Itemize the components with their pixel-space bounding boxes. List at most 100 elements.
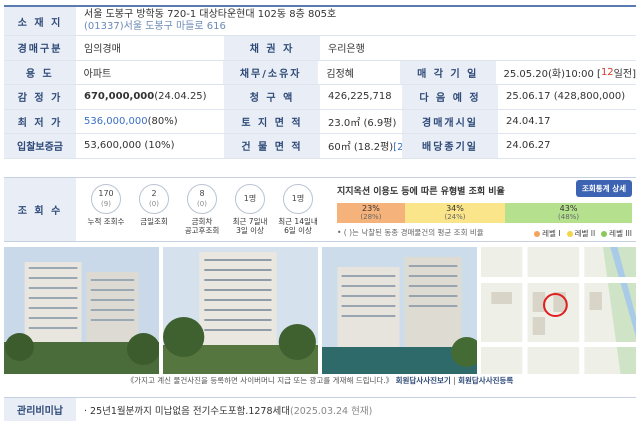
- row-label: 건 물 면 적: [224, 134, 320, 158]
- owner-value: 김정혜: [326, 68, 354, 80]
- ratio-bar: 23% (28%) 34% (24%) 43% (48%): [337, 203, 632, 223]
- days-left: 12: [600, 66, 614, 78]
- building-area-value: 60㎡ (18.2평) [24평형]: [320, 134, 432, 158]
- management-fee-label: 관리비미납: [4, 398, 76, 421]
- member-photo-register-link[interactable]: 회원답사사진등록: [458, 376, 513, 385]
- row-value-empty: [498, 36, 636, 60]
- creditor-value: 우리은행: [328, 44, 365, 56]
- address-line1: 서울 도봉구 방학동 720-1 대상타운현대 102동 8층 805호: [84, 9, 337, 20]
- address-line2: (01337)서울 도봉구 마들로 616: [84, 21, 226, 32]
- info-row: 최 저 가 536,000,000 (80%) 토 지 면 적 23.0㎡ (6…: [4, 109, 636, 134]
- building-area-text: 60㎡ (18.2평): [328, 142, 394, 154]
- legend-item: 레벨 I: [534, 228, 561, 239]
- claim-value: 426,225,718: [328, 91, 392, 103]
- min-price-amount: 536,000,000: [84, 115, 148, 127]
- stat-item: 8 (0) 금회차 공고후조회: [178, 184, 226, 235]
- stat-number: 1명: [243, 194, 257, 203]
- address-row: 소 재 지 서울 도봉구 방학동 720-1 대상타운현대 102동 8층 80…: [4, 7, 636, 36]
- row-label: 토 지 면 적: [224, 109, 320, 133]
- stat-label: 최근 14일내 6일 이상: [278, 217, 318, 235]
- address-value: 서울 도봉구 방학동 720-1 대상타운현대 102동 8층 805호 (01…: [76, 7, 336, 35]
- ratio-segment-level3: 43% (48%): [505, 203, 632, 223]
- row-label: 채 권 자: [224, 36, 320, 60]
- auction-info-table: 소 재 지 서울 도봉구 방학동 720-1 대상타운현대 102동 8층 80…: [4, 5, 636, 159]
- row-label: 경매개시일: [402, 109, 498, 133]
- stat-item: 1명 최근 14일내 6일 이상: [274, 184, 322, 235]
- stat-circle: 1명: [283, 184, 313, 214]
- property-photo[interactable]: [4, 247, 159, 374]
- min-price-value: 536,000,000 (80%): [76, 110, 224, 134]
- view-stats: 170 (9) 누적 조회수 2 (0) 금일조회 8 (0) 금회차 공고후조회 1명…: [76, 178, 322, 241]
- views-label: 조 회 수: [4, 178, 76, 241]
- row-label: 입찰보증금: [4, 134, 76, 158]
- photo-gallery: [4, 247, 636, 374]
- row-label: 경매구분: [4, 36, 76, 60]
- row-label: 용 도: [4, 60, 76, 84]
- stat-item: 2 (0) 금일조회: [130, 184, 178, 226]
- management-fee-row: 관리비미납 · 25년1월분까지 미납없음 전기수도포함.1278세대 (202…: [4, 397, 636, 421]
- legend-item: 레벨 III: [601, 228, 632, 239]
- row-label: 채무/소유자: [222, 60, 319, 84]
- property-photo[interactable]: [163, 247, 318, 374]
- view-stats-detail-button[interactable]: 조회통계 상세: [575, 180, 632, 197]
- stat-label: 금일조회: [140, 217, 168, 226]
- next-schedule-value: 25.06.17 (428,800,000): [506, 91, 626, 103]
- deposit-value: 53,600,000 (10%): [84, 140, 175, 152]
- dividend-deadline-value: 24.06.27: [506, 140, 551, 152]
- separator: |: [450, 376, 459, 385]
- legend-item: 레벨 II: [566, 228, 595, 239]
- row-label: 감 정 가: [4, 85, 76, 109]
- stat-number: 8: [199, 189, 205, 198]
- management-fee-value: · 25년1월분까지 미납없음 전기수도포함.1278세대 (2025.03.2…: [76, 398, 372, 421]
- row-label: 다 음 예 정: [402, 85, 498, 109]
- stat-circle: 2 (0): [139, 184, 169, 214]
- stat-sub: (0): [149, 200, 159, 208]
- info-row: 감 정 가 670,000,000 (24.04.25) 청 구 액 426,2…: [4, 85, 636, 110]
- legend-dot-icon: [601, 231, 608, 237]
- start-date-value: 24.04.17: [506, 115, 551, 127]
- appraisal-amount: 670,000,000: [84, 91, 155, 103]
- min-price-ratio: (80%): [147, 115, 178, 127]
- stat-item: 1명 최근 7일내 3일 이상: [226, 184, 274, 235]
- management-fee-text: · 25년1월분까지 미납없음 전기수도포함.1278세대: [84, 405, 290, 417]
- stat-sub: (9): [101, 200, 111, 208]
- sale-date-suffix: 일전]: [613, 68, 636, 80]
- stat-number: 1명: [291, 194, 305, 203]
- info-row: 용 도 아파트 채무/소유자 김정혜 매 각 기 일 25.05.20(화)10…: [4, 60, 636, 85]
- auction-type-value: 임의경매: [84, 44, 121, 56]
- stat-number: 170: [98, 189, 114, 198]
- stat-label: 누적 조회수: [87, 217, 125, 226]
- member-photo-view-link[interactable]: 회원답사사진보기: [396, 376, 451, 385]
- stat-label: 최근 7일내 3일 이상: [232, 217, 268, 235]
- management-fee-date: (2025.03.24 현재): [290, 405, 373, 417]
- ratio-segment-level1: 23% (28%): [337, 203, 405, 223]
- row-label-empty: [402, 36, 498, 60]
- property-photo[interactable]: [322, 247, 477, 374]
- stat-label: 금회차 공고후조회: [184, 217, 220, 235]
- row-label: 최 저 가: [4, 109, 76, 133]
- use-value: 아파트: [83, 68, 112, 80]
- legend-dot-icon: [534, 231, 541, 237]
- view-ratio-panel: 지지옥션 이용도 등에 따른 유형별 조회 비율 조회통계 상세 23% (28%…: [337, 180, 632, 238]
- stat-circle: 1명: [235, 184, 265, 214]
- appraisal-value: 670,000,000 (24.04.25): [76, 85, 224, 109]
- row-label: 청 구 액: [224, 85, 320, 109]
- legend-dot-icon: [566, 231, 573, 237]
- info-row: 입찰보증금 53,600,000 (10%) 건 물 면 적 60㎡ (18.2…: [4, 134, 636, 159]
- location-map[interactable]: [481, 247, 636, 374]
- photo-register-note: 《가지고 계신 물건사진을 등록하면 사이버머니 지급 또는 광고를 게재해 드…: [4, 375, 636, 386]
- stat-circle: 170 (9): [91, 184, 121, 214]
- stat-item: 170 (9) 누적 조회수: [82, 184, 130, 226]
- ratio-legend: 레벨 I 레벨 II 레벨 III: [534, 228, 632, 239]
- row-label: 매 각 기 일: [400, 60, 496, 84]
- row-label: 배당종기일: [402, 134, 498, 158]
- sale-date-text: 25.05.20(화)10:00 [: [503, 68, 601, 80]
- info-row: 경매구분 임의경매 채 권 자 우리은행: [4, 36, 636, 61]
- stat-number: 2: [151, 189, 157, 198]
- address-label: 소 재 지: [4, 7, 76, 35]
- stat-sub: (0): [197, 200, 207, 208]
- land-area-value: 23.0㎡ (6.9평): [328, 117, 397, 129]
- ratio-segment-level2: 34% (24%): [404, 203, 506, 223]
- photo-note-text: 《가지고 계신 물건사진을 등록하면 사이버머니 지급 또는 광고를 게재해 드…: [126, 376, 394, 385]
- sale-date-value: 25.05.20(화)10:00 [12 일전]: [496, 61, 636, 85]
